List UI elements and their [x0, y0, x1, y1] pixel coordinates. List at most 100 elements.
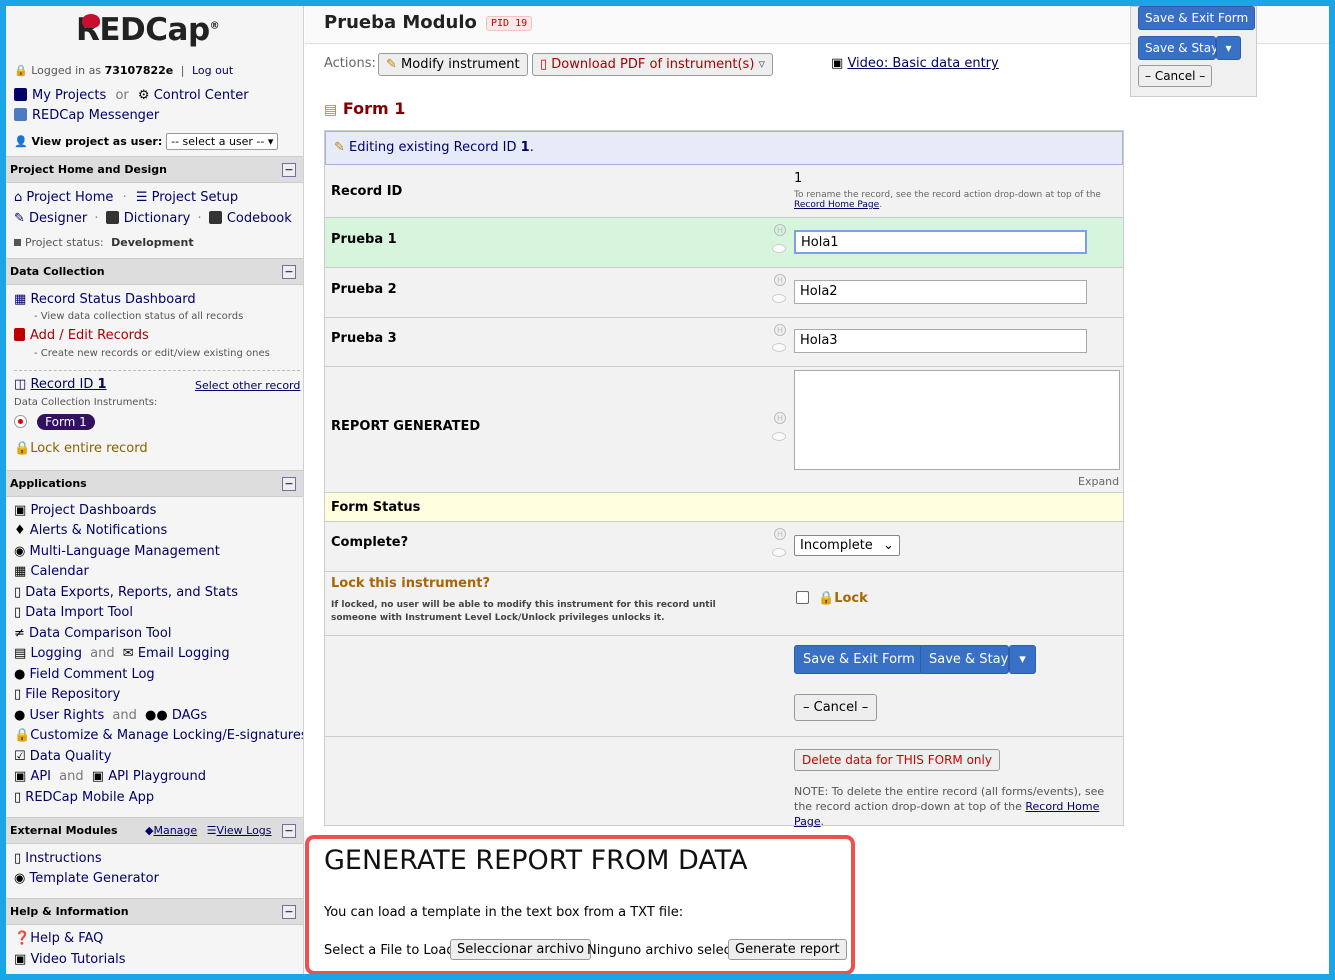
save-dropdown-button[interactable]: ▾	[1009, 645, 1036, 674]
choose-file-button[interactable]: Seleccionar archivo	[450, 939, 592, 960]
home-setup-line: ⌂ Project Home · ☰ Project Setup	[14, 190, 238, 205]
status-square-icon	[14, 239, 21, 246]
history-icon[interactable]: H	[774, 274, 786, 286]
alerts-link[interactable]: Alerts & Notifications	[30, 523, 167, 538]
prueba2-input[interactable]: Hola2	[794, 280, 1087, 304]
comment-icon[interactable]	[772, 432, 786, 441]
manage-link[interactable]: Manage	[153, 824, 197, 837]
globe-icon: ◉	[14, 544, 26, 559]
prueba1-input[interactable]: Hola1	[794, 230, 1087, 254]
record-id-value: 1	[794, 171, 803, 186]
expand-link[interactable]: Expand	[1078, 475, 1119, 488]
comment-icon[interactable]	[772, 548, 786, 557]
delete-form-button[interactable]: Delete data for THIS FORM only	[794, 749, 1000, 771]
calendar-link[interactable]: Calendar	[30, 564, 88, 579]
log-icon: ▤	[14, 646, 27, 661]
lock-record-line: 🔒Lock entire record	[14, 441, 148, 456]
redcap-logo[interactable]: REDCap®	[76, 12, 220, 48]
collapse-button[interactable]: −	[282, 905, 296, 919]
user-rights-link[interactable]: User Rights	[29, 708, 104, 723]
api-link[interactable]: API	[30, 769, 51, 784]
lock-icon: 🔒	[818, 591, 835, 606]
email-logging-link[interactable]: Email Logging	[138, 646, 230, 661]
my-projects-link[interactable]: My Projects	[32, 88, 106, 103]
history-icon[interactable]: H	[774, 224, 786, 236]
api-playground-link[interactable]: API Playground	[108, 769, 206, 784]
collapse-button[interactable]: −	[282, 265, 296, 279]
video-tutorials-link[interactable]: Video Tutorials	[30, 952, 125, 967]
multilanguage-link[interactable]: Multi-Language Management	[29, 544, 219, 559]
field-row-report: REPORT GENERATED H Expand	[325, 367, 1123, 493]
comment-icon[interactable]	[772, 244, 786, 253]
history-icon[interactable]: H	[774, 528, 786, 540]
help-faq-link[interactable]: Help & FAQ	[30, 931, 103, 946]
float-save-dropdown-button[interactable]: ▾	[1216, 36, 1241, 60]
record-home-link[interactable]: Record Home Page	[794, 200, 879, 210]
collapse-button[interactable]: −	[282, 824, 296, 838]
report-generator-panel: GENERATE REPORT FROM DATA You can load a…	[305, 835, 855, 975]
logging-link[interactable]: Logging	[30, 646, 82, 661]
history-icon[interactable]: H	[774, 412, 786, 424]
download-pdf-button[interactable]: ▯ Download PDF of instrument(s) ▿	[532, 53, 774, 76]
lock-checkbox[interactable]	[796, 591, 809, 604]
float-cancel-button[interactable]: – Cancel –	[1138, 65, 1213, 87]
project-setup-link[interactable]: Project Setup	[152, 190, 238, 205]
save-exit-button[interactable]: Save & Exit Form	[794, 645, 924, 674]
float-save-exit-button[interactable]: Save & Exit Form	[1138, 6, 1256, 30]
control-center-link[interactable]: Control Center	[154, 88, 249, 103]
video-basic-link[interactable]: Video: Basic data entry	[847, 56, 998, 71]
select-other-record-link[interactable]: Select other record	[195, 379, 300, 392]
calendar-icon: ▦	[14, 564, 27, 579]
exports-link[interactable]: Data Exports, Reports, and Stats	[25, 585, 238, 600]
modify-instrument-button[interactable]: ✎ Modify instrument	[378, 53, 528, 76]
project-home-link[interactable]: Project Home	[26, 190, 113, 205]
prueba3-input[interactable]: Hola3	[794, 329, 1087, 353]
designer-link[interactable]: Designer	[29, 211, 87, 226]
module-line: ▯ Instructions	[14, 851, 102, 866]
comment-icon[interactable]	[772, 294, 786, 303]
import-link[interactable]: Data Import Tool	[25, 605, 133, 620]
view-logs-link[interactable]: View Logs	[217, 824, 272, 837]
complete-select[interactable]: Incomplete ⌄	[794, 535, 900, 556]
button-label: Download PDF of instrument(s)	[551, 57, 755, 72]
data-quality-link[interactable]: Data Quality	[30, 749, 112, 764]
locking-link[interactable]: Customize & Manage Locking/E-signatures	[30, 728, 303, 743]
report-textarea[interactable]	[794, 370, 1120, 470]
mobile-app-link[interactable]: REDCap Mobile App	[25, 790, 154, 805]
lock-record-link[interactable]: Lock entire record	[30, 441, 147, 456]
project-dashboards-link[interactable]: Project Dashboards	[30, 503, 156, 518]
delete-note: NOTE: To delete the entire record (all f…	[794, 784, 1114, 829]
form1-link[interactable]: Form 1	[37, 414, 95, 430]
record-id-link[interactable]: Record ID 1	[30, 377, 106, 392]
pencil-icon: ✎	[334, 140, 345, 155]
dags-link[interactable]: DAGs	[172, 708, 207, 723]
codebook-link[interactable]: Codebook	[227, 211, 292, 226]
logo-registered: ®	[209, 20, 220, 32]
collapse-button[interactable]: −	[282, 477, 296, 491]
pdf-icon: ▯	[540, 57, 548, 72]
float-save-stay-button[interactable]: Save & Stay	[1138, 36, 1218, 60]
logout-link[interactable]: Log out	[192, 64, 233, 77]
save-buttons-row: Save & Exit Form Save & Stay ▾ – Cancel …	[325, 636, 1123, 737]
instructions-link[interactable]: Instructions	[25, 851, 101, 866]
field-comment-link[interactable]: Field Comment Log	[29, 667, 154, 682]
record-dot-icon[interactable]	[14, 415, 27, 428]
add-edit-link[interactable]: Add / Edit Records	[30, 328, 149, 343]
cancel-button[interactable]: – Cancel –	[794, 694, 878, 721]
comment-icon[interactable]	[772, 343, 786, 352]
record-status-link[interactable]: Record Status Dashboard	[30, 292, 195, 307]
template-generator-link[interactable]: Template Generator	[29, 871, 158, 886]
save-stay-button[interactable]: Save & Stay	[920, 645, 1009, 674]
generate-report-button[interactable]: Generate report	[728, 939, 847, 960]
dictionary-link[interactable]: Dictionary	[124, 211, 191, 226]
editing-id: 1	[520, 140, 530, 155]
file-repo-link[interactable]: File Repository	[25, 687, 120, 702]
view-as-select[interactable]: -- select a user -- ▾	[166, 133, 279, 150]
page-title: Prueba Modulo	[324, 12, 477, 33]
collapse-button[interactable]: −	[282, 163, 296, 177]
user-icon: 👤	[14, 135, 28, 148]
caret-down-icon: ▾	[1225, 41, 1232, 55]
history-icon[interactable]: H	[774, 324, 786, 336]
messenger-link[interactable]: REDCap Messenger	[32, 108, 159, 123]
comparison-link[interactable]: Data Comparison Tool	[29, 626, 171, 641]
